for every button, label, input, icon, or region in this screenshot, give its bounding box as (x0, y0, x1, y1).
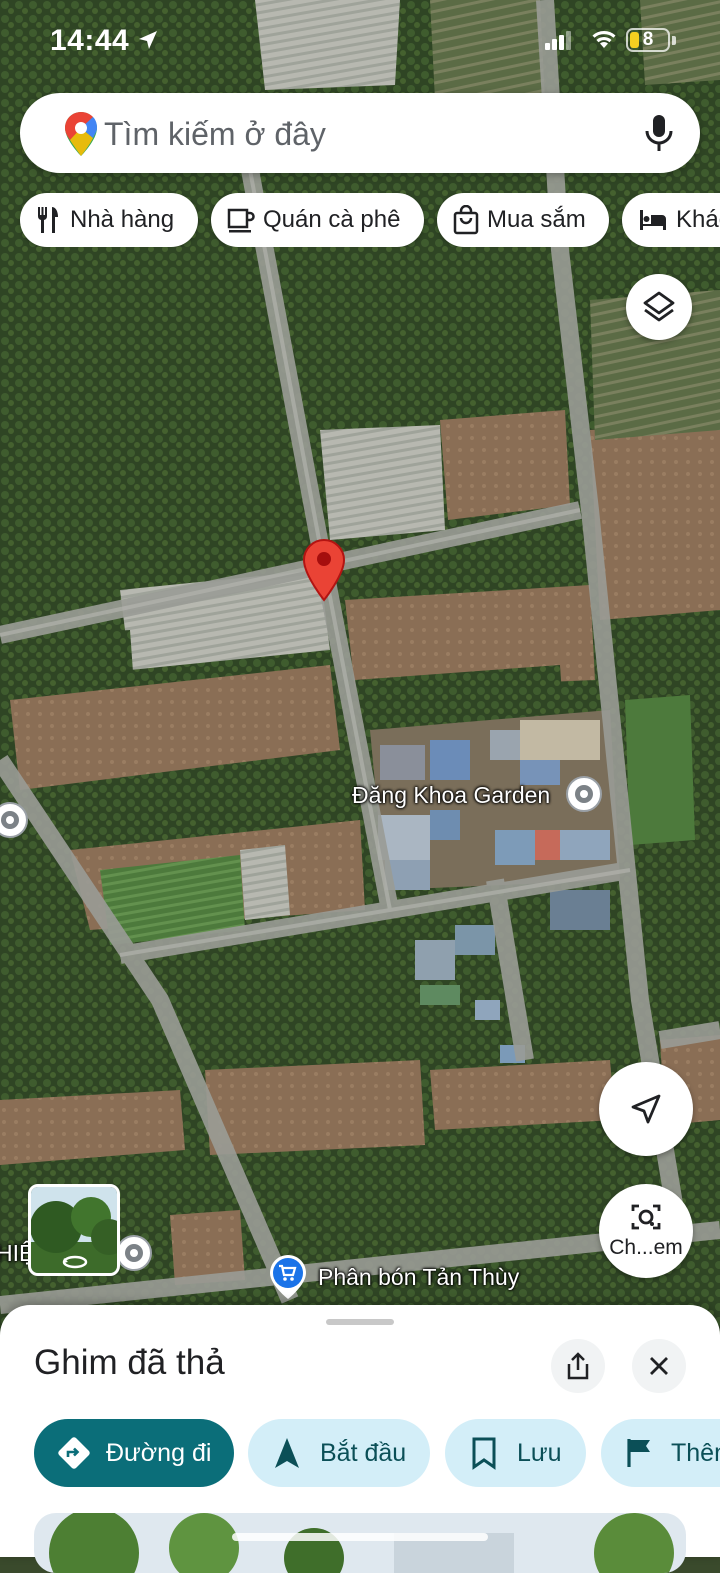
save-label: Lưu (517, 1438, 562, 1467)
my-location-button[interactable] (599, 1062, 693, 1156)
flag-icon (627, 1439, 650, 1467)
chip-restaurants[interactable]: Nhà hàng (20, 193, 198, 247)
hotel-bed-icon (640, 210, 666, 230)
lens-label: Ch...em (609, 1236, 683, 1259)
action-buttons: Đường đi Bắt đầu Lưu Thêm (0, 1419, 720, 1487)
place-label-phan-bon[interactable]: Phân bón Tản Thùy (318, 1264, 519, 1291)
close-icon (650, 1357, 668, 1375)
layers-button[interactable] (626, 274, 692, 340)
restaurant-icon (37, 207, 58, 233)
navigation-arrow-icon (275, 1438, 299, 1468)
navigation-arrow-icon (631, 1094, 661, 1124)
save-button[interactable]: Lưu (445, 1419, 586, 1487)
start-button[interactable]: Bắt đầu (248, 1419, 430, 1487)
more-button[interactable]: Thêm (601, 1419, 720, 1487)
coffee-icon (227, 208, 255, 233)
chip-label: Khác (676, 206, 720, 233)
layers-icon (643, 291, 675, 322)
battery-indicator: 8 (626, 28, 670, 52)
place-dot-icon[interactable] (564, 774, 604, 814)
more-label: Thêm (671, 1438, 720, 1467)
directions-icon (58, 1437, 90, 1469)
rotate-360-icon (62, 1255, 88, 1269)
sheet-title: Ghim đã thả (34, 1343, 225, 1382)
bookmark-icon (472, 1437, 496, 1470)
home-indicator (232, 1533, 488, 1541)
shopping-cart-pin-icon[interactable] (268, 1253, 308, 1301)
close-button[interactable] (632, 1339, 686, 1393)
chip-hotels[interactable]: Khác (622, 193, 720, 247)
search-bar[interactable] (20, 93, 700, 173)
share-button[interactable] (551, 1339, 605, 1393)
directions-button[interactable]: Đường đi (34, 1419, 234, 1487)
chip-shopping[interactable]: Mua sắm (437, 193, 609, 247)
search-input[interactable] (102, 109, 626, 159)
location-arrow-icon (139, 31, 157, 49)
google-maps-logo-icon (65, 112, 97, 156)
wifi-icon (592, 31, 616, 48)
cellular-signal-icon (545, 31, 571, 50)
directions-label: Đường đi (106, 1438, 212, 1467)
place-dot-icon[interactable] (114, 1233, 154, 1273)
place-photo[interactable] (34, 1513, 686, 1573)
battery-level: 8 (642, 29, 654, 50)
street-view-thumbnail[interactable] (28, 1184, 120, 1276)
chip-label: Nhà hàng (70, 206, 175, 233)
category-chips: Nhà hàng Quán cà phê Mua sắm Khác (0, 193, 720, 247)
chip-label: Quán cà phê (263, 206, 401, 233)
drag-handle[interactable] (326, 1319, 394, 1325)
shopping-bag-icon (453, 205, 479, 235)
place-dot-icon[interactable] (0, 800, 30, 840)
camera-lens-icon (631, 1204, 661, 1230)
place-photo-image (34, 1513, 686, 1573)
place-bottom-sheet[interactable]: Ghim đã thả Đường đi Bắt đầu Lưu Thêm (0, 1305, 720, 1573)
status-bar: 14:44 8 (0, 0, 720, 82)
start-label: Bắt đầu (320, 1438, 407, 1467)
status-time: 14:44 (50, 24, 130, 57)
place-label-dang-khoa-garden[interactable]: Đăng Khoa Garden (352, 782, 550, 809)
share-icon (567, 1352, 589, 1380)
microphone-icon[interactable] (644, 113, 674, 153)
lens-button[interactable]: Ch...em (599, 1184, 693, 1278)
chip-label: Mua sắm (487, 206, 586, 233)
dropped-pin-icon[interactable] (302, 538, 346, 602)
chip-coffee[interactable]: Quán cà phê (211, 193, 424, 247)
